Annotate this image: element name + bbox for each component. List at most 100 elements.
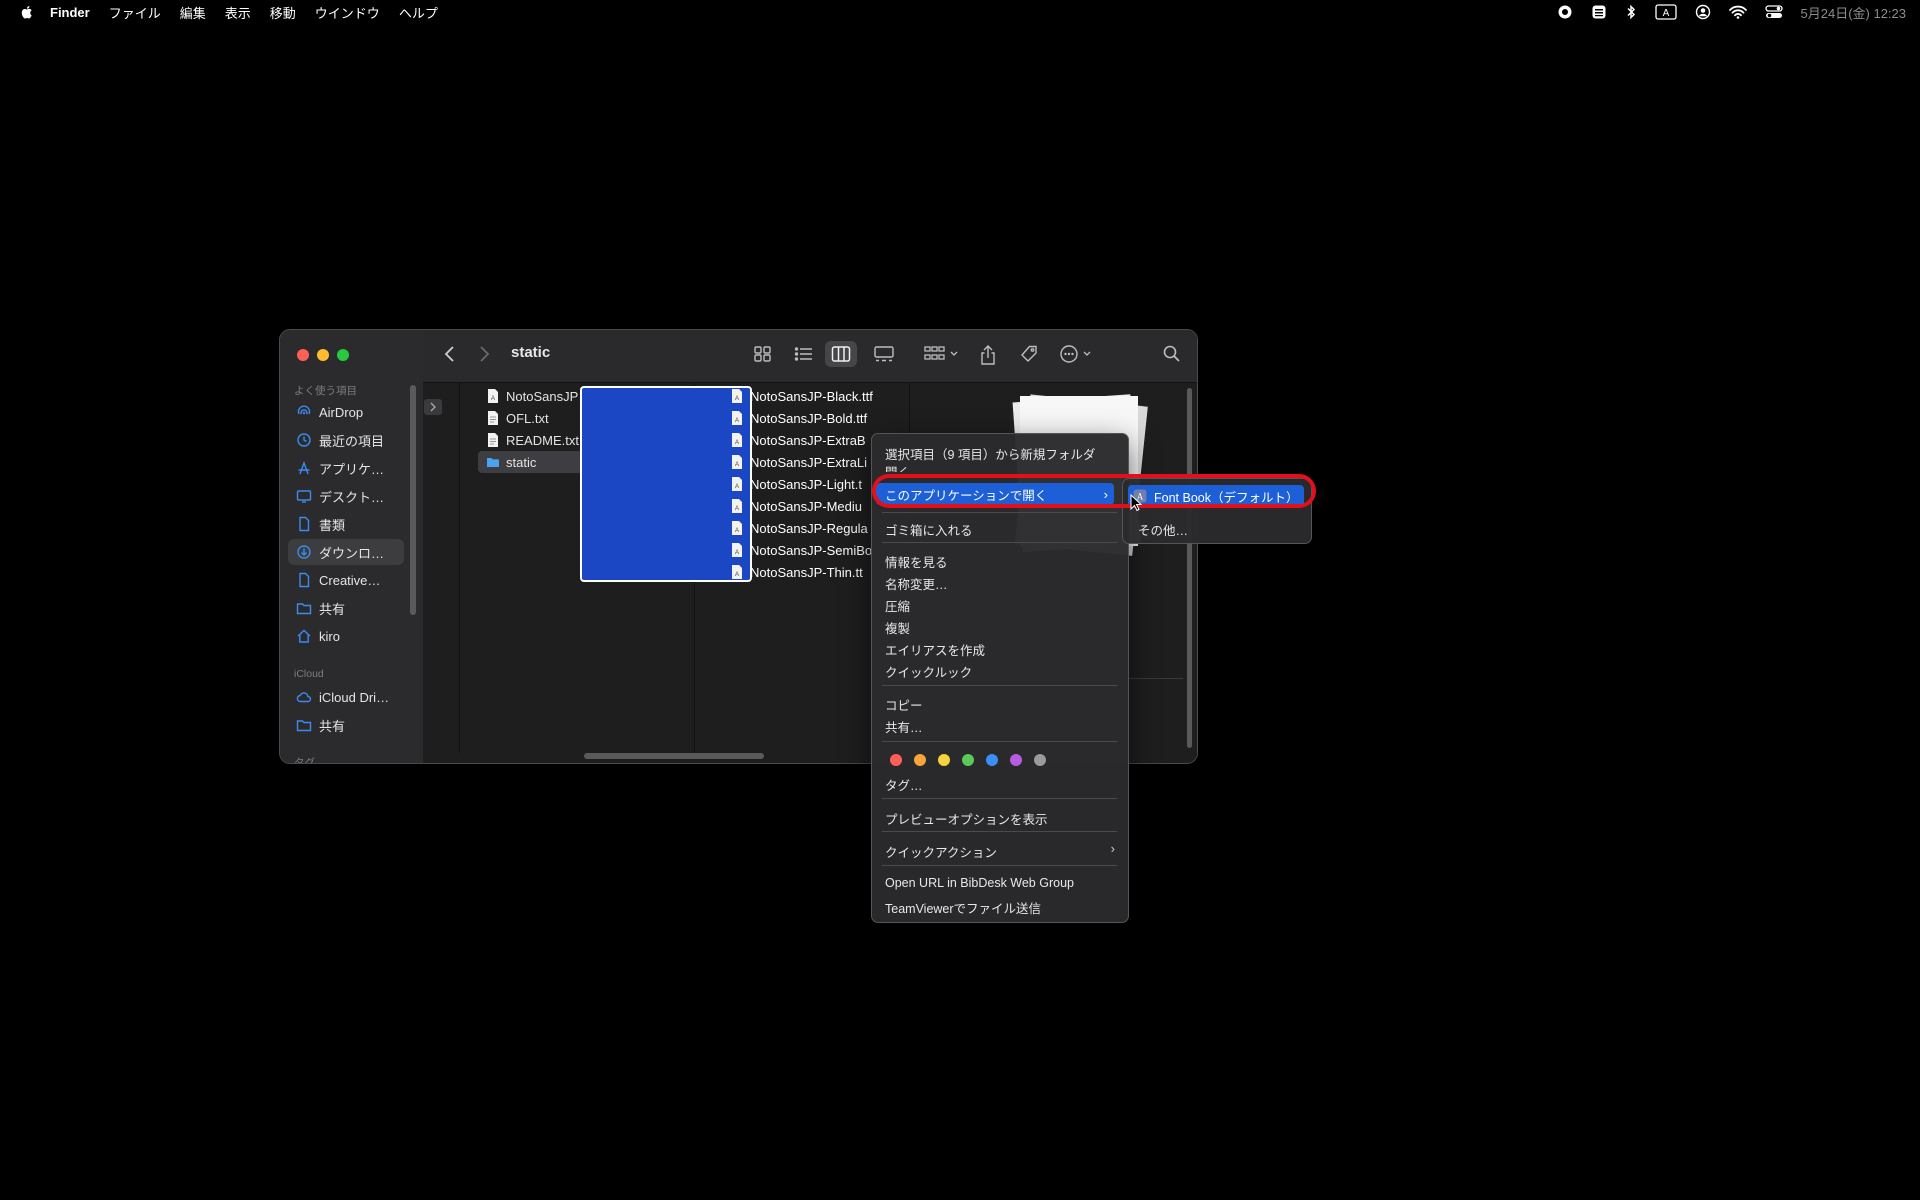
menu-file[interactable]: ファイル (109, 3, 161, 22)
more-actions-icon[interactable] (1059, 344, 1095, 364)
sidebar-item-applications[interactable]: アプリケ… (288, 455, 404, 481)
tag-blue-dot[interactable] (986, 754, 998, 766)
font-file-icon: A (488, 389, 498, 403)
menu-separator (882, 741, 1117, 742)
sidebar-item-desktop[interactable]: デスクト… (288, 483, 404, 509)
tag-green-dot[interactable] (962, 754, 974, 766)
font-file-icon: A (732, 543, 742, 557)
menu-window[interactable]: ウインドウ (315, 3, 380, 22)
sidebar-item-label: AirDrop (319, 404, 364, 420)
tag-orange-dot[interactable] (914, 754, 926, 766)
list-item[interactable]: OFL.txt (486, 407, 549, 429)
menu-item-show-preview-options[interactable]: プレビューオプションを表示 (885, 809, 1048, 828)
menu-item-get-info[interactable]: 情報を見る (885, 552, 948, 571)
menu-item-share[interactable]: 共有… (885, 717, 923, 736)
tag-yellow-dot[interactable] (938, 754, 950, 766)
user-icon[interactable] (1695, 4, 1711, 20)
menu-go[interactable]: 移動 (270, 3, 296, 22)
zoom-button[interactable] (337, 349, 349, 361)
list-item[interactable]: A NotoSansJP-SemiBo (730, 539, 872, 561)
menu-separator (882, 685, 1117, 686)
menu-item-bibdesk[interactable]: Open URL in BibDesk Web Group (885, 876, 1074, 890)
sidebar-item-airdrop[interactable]: AirDrop (288, 399, 404, 425)
list-item[interactable]: README.txt (486, 429, 579, 451)
text-file-icon (488, 411, 498, 425)
list-item[interactable]: A NotoSansJP-ExtraB (730, 429, 866, 451)
forward-icon[interactable] (477, 344, 491, 364)
list-item[interactable]: A NotoSansJP-Mediu (730, 495, 862, 517)
menu-app-finder[interactable]: Finder (50, 5, 90, 20)
menu-view[interactable]: 表示 (225, 3, 251, 22)
menu-item-open[interactable]: 開く (885, 462, 910, 472)
menu-item-teamviewer[interactable]: TeamViewerでファイル送信 (885, 898, 1041, 917)
record-icon[interactable] (1557, 4, 1573, 20)
sidebar-item-downloads[interactable]: ダウンロ… (288, 539, 404, 565)
download-icon (297, 545, 311, 559)
sidebar-item-label: デスクト… (319, 489, 385, 505)
menu-item-quick-look[interactable]: クイックルック (885, 662, 972, 681)
sidebar-item-icloud-drive[interactable]: iCloud Dri… (288, 684, 404, 710)
menu-help[interactable]: ヘルプ (399, 3, 438, 22)
preview-scrollbar[interactable] (1187, 388, 1192, 748)
list-item[interactable]: A NotoSansJP-ExtraLi (730, 451, 867, 473)
menu-clock[interactable]: 5月24日(金) 12:23 (1801, 3, 1907, 22)
menu-item-other-app[interactable]: その他… (1138, 520, 1188, 539)
sidebar-scrollbar[interactable] (410, 385, 416, 615)
sidebar-item-creative[interactable]: Creative… (288, 567, 404, 593)
column-parent (423, 383, 460, 753)
svg-text:A: A (735, 550, 739, 556)
icon-view-icon[interactable] (753, 344, 773, 364)
tag-icon[interactable] (1019, 344, 1039, 364)
control-center-icon[interactable] (1764, 4, 1783, 20)
gallery-view-icon[interactable] (873, 344, 895, 364)
menu-item-copy[interactable]: コピー (885, 695, 923, 714)
bluetooth-icon[interactable] (1625, 4, 1637, 20)
search-icon[interactable] (1162, 344, 1182, 364)
close-button[interactable] (297, 349, 309, 361)
menu-item-tags[interactable]: タグ… (885, 775, 923, 794)
svg-text:A: A (735, 418, 739, 424)
sidebar-item-recents[interactable]: 最近の項目 (288, 427, 404, 453)
input-source-icon[interactable]: A (1654, 4, 1677, 20)
menu-item-rename[interactable]: 名称変更… (885, 574, 948, 593)
list-item[interactable]: A NotoSansJP-Light.t (730, 473, 862, 495)
tag-gray-dot[interactable] (1034, 754, 1046, 766)
apple-menu-icon[interactable] (18, 3, 36, 21)
tag-red-dot[interactable] (890, 754, 902, 766)
shared-folder-icon (296, 720, 312, 732)
text-file-icon (488, 433, 498, 447)
menu-item-make-alias[interactable]: エイリアスを作成 (885, 640, 985, 659)
menu-separator (882, 512, 1117, 513)
menu-edit[interactable]: 編集 (180, 3, 206, 22)
list-item[interactable]: A NotoSansJP-Thin.tt (730, 561, 863, 583)
tag-purple-dot[interactable] (1010, 754, 1022, 766)
column-view-button[interactable] (825, 341, 857, 367)
list-item[interactable]: A NotoSansJP-Black.ttf (730, 385, 873, 407)
wifi-icon[interactable] (1728, 5, 1747, 19)
menu-item-move-to-trash[interactable]: ゴミ箱に入れる (885, 520, 973, 539)
sidebar-item-label: 共有 (319, 718, 346, 734)
font-file-icon: A (732, 521, 742, 535)
list-item[interactable]: A NotoSansJP-Regula (730, 517, 868, 539)
sidebar-item-label: 書類 (319, 517, 346, 533)
minimize-button[interactable] (317, 349, 329, 361)
list-item[interactable]: A NotoSansJP-Bold.ttf (730, 407, 867, 429)
back-icon[interactable] (443, 344, 457, 364)
keyboard-icon[interactable] (1591, 4, 1607, 20)
svg-text:A: A (1662, 8, 1669, 19)
menu-item-compress[interactable]: 圧縮 (885, 596, 910, 615)
sidebar-item-home[interactable]: kiro (288, 623, 404, 649)
horizontal-scrollbar[interactable] (584, 753, 764, 759)
menu-item-new-folder-with-selection[interactable]: 選択項目（9 項目）から新規フォルダ (885, 444, 1095, 463)
menu-item-quick-actions[interactable]: クイックアクション › (885, 841, 1115, 861)
group-icon[interactable] (923, 344, 961, 364)
share-icon[interactable] (979, 344, 997, 366)
font-file-icon: A (732, 565, 742, 579)
selection-highlight (580, 386, 752, 582)
parent-folder-chevron[interactable] (424, 399, 442, 415)
menu-item-duplicate[interactable]: 複製 (885, 618, 910, 637)
sidebar-item-documents[interactable]: 書類 (288, 511, 404, 537)
sidebar-item-icloud-shared[interactable]: 共有 (288, 712, 404, 738)
sidebar-item-shared[interactable]: 共有 (288, 595, 404, 621)
list-view-icon[interactable] (794, 344, 814, 364)
